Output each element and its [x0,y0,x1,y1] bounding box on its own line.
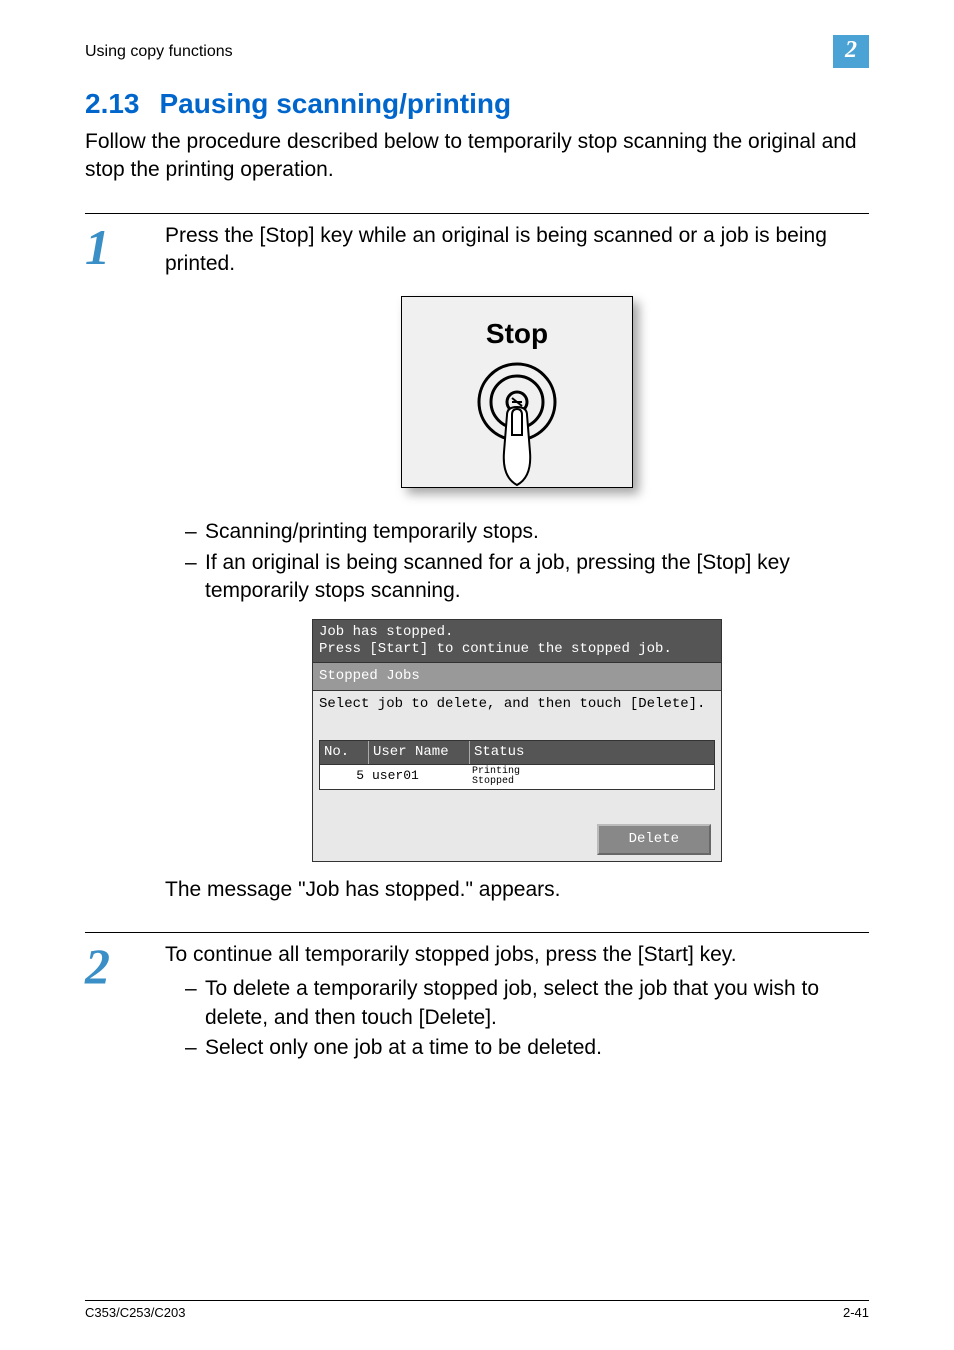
page-header: Using copy functions 2 [85,35,869,68]
step-1: 1 Press the [Stop] key while an original… [85,213,869,932]
screen-msg-line2: Press [Start] to continue the stopped jo… [319,641,715,658]
step-2-bullets: To delete a temporarily stopped job, sel… [165,975,869,1062]
screen-instruction: Select job to delete, and then touch [De… [313,691,721,740]
section-title-text: Pausing scanning/printing [160,88,512,119]
section-heading: 2.13 Pausing scanning/printing [85,88,869,120]
step-number-2: 2 [85,941,165,1076]
page-footer: C353/C253/C203 2-41 [85,1300,869,1320]
screen-msg-line1: Job has stopped. [319,624,715,641]
col-user: User Name [369,741,470,764]
header-section-name: Using copy functions [85,43,233,61]
table-row[interactable]: 5 user01 PrintingStopped [319,765,715,790]
step-2-text: To continue all temporarily stopped jobs… [165,941,869,969]
stop-label: Stop [402,315,632,353]
step-1-post-message: The message "Job has stopped." appears. [165,876,869,904]
footer-page: 2-41 [843,1305,869,1320]
step-number-1: 1 [85,222,165,932]
col-status: Status [470,741,558,764]
delete-button[interactable]: Delete [597,824,711,855]
step-2: 2 To continue all temporarily stopped jo… [85,932,869,1076]
col-no: No. [320,741,369,764]
list-item: Scanning/printing temporarily stops. [185,518,869,546]
screen-section-label: Stopped Jobs [313,662,721,691]
cell-no: 5 [320,765,368,789]
stop-button-icon [462,357,572,487]
footer-model: C353/C253/C203 [85,1305,185,1320]
section-number: 2.13 [85,88,140,119]
step-1-text: Press the [Stop] key while an original i… [165,222,869,279]
step-1-bullets: Scanning/printing temporarily stops. If … [165,518,869,605]
list-item: Select only one job at a time to be dele… [185,1034,869,1062]
list-item: To delete a temporarily stopped job, sel… [185,975,869,1032]
chapter-number-badge: 2 [833,35,869,68]
lcd-screen-mock: Job has stopped. Press [Start] to contin… [312,619,722,861]
stop-button-illustration: Stop [401,296,633,488]
screen-table-header: No. User Name Status [319,740,715,765]
list-item: If an original is being scanned for a jo… [185,549,869,606]
cell-status: PrintingStopped [468,765,566,789]
cell-user: user01 [368,765,468,789]
section-intro: Follow the procedure described below to … [85,128,869,185]
